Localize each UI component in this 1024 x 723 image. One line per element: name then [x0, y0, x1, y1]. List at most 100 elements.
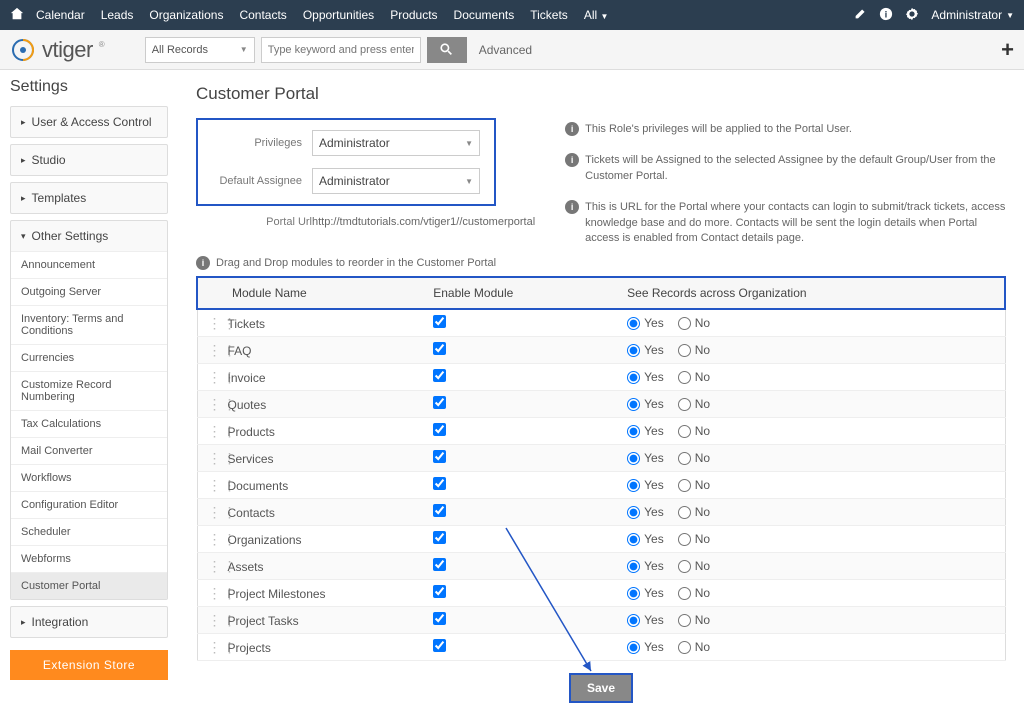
records-no-option[interactable]: No [678, 505, 710, 519]
records-no-option[interactable]: No [678, 343, 710, 357]
gear-icon[interactable] [905, 7, 919, 24]
sidebar-header-integration[interactable]: ▸Integration [11, 607, 167, 637]
sidebar-header-other[interactable]: ▾Other Settings [11, 221, 167, 251]
sidebar-item-announcement[interactable]: Announcement [11, 251, 167, 278]
drag-handle-icon[interactable]: ⋮⋮ [208, 532, 220, 546]
sidebar-item-workflows[interactable]: Workflows [11, 464, 167, 491]
records-no-option[interactable]: No [678, 397, 710, 411]
privileges-select[interactable]: Administrator ▼ [312, 130, 480, 156]
records-yes-radio[interactable] [627, 398, 640, 411]
info-icon[interactable]: i [879, 7, 893, 24]
admin-menu[interactable]: Administrator ▼ [931, 8, 1014, 22]
sidebar-item-webforms[interactable]: Webforms [11, 545, 167, 572]
records-no-option[interactable]: No [678, 586, 710, 600]
sidebar-header-templates[interactable]: ▸Templates [11, 183, 167, 213]
sidebar-item-tax[interactable]: Tax Calculations [11, 410, 167, 437]
records-yes-radio[interactable] [627, 641, 640, 654]
drag-handle-icon[interactable]: ⋮⋮ [208, 370, 220, 384]
enable-module-checkbox[interactable] [433, 558, 446, 571]
drag-handle-icon[interactable]: ⋮⋮ [208, 559, 220, 573]
drag-handle-icon[interactable]: ⋮⋮ [208, 316, 220, 330]
sidebar-item-config-editor[interactable]: Configuration Editor [11, 491, 167, 518]
nav-organizations[interactable]: Organizations [149, 8, 223, 22]
records-yes-option[interactable]: Yes [627, 424, 664, 438]
records-no-radio[interactable] [678, 587, 691, 600]
records-no-radio[interactable] [678, 641, 691, 654]
save-button[interactable]: Save [569, 673, 633, 703]
records-filter-select[interactable]: All Records ▼ [145, 37, 255, 63]
search-input[interactable] [261, 37, 421, 63]
drag-handle-icon[interactable]: ⋮⋮ [208, 613, 220, 627]
records-yes-radio[interactable] [627, 506, 640, 519]
drag-handle-icon[interactable]: ⋮⋮ [208, 640, 220, 654]
enable-module-checkbox[interactable] [433, 612, 446, 625]
add-button[interactable]: + [1001, 37, 1014, 63]
enable-module-checkbox[interactable] [433, 423, 446, 436]
sidebar-header-user-access[interactable]: ▸User & Access Control [11, 107, 167, 137]
nav-opportunities[interactable]: Opportunities [303, 8, 374, 22]
sidebar-header-studio[interactable]: ▸Studio [11, 145, 167, 175]
search-button[interactable] [427, 37, 467, 63]
records-no-option[interactable]: No [678, 532, 710, 546]
nav-calendar[interactable]: Calendar [36, 8, 85, 22]
records-yes-option[interactable]: Yes [627, 640, 664, 654]
records-no-option[interactable]: No [678, 478, 710, 492]
records-yes-option[interactable]: Yes [627, 478, 664, 492]
records-yes-option[interactable]: Yes [627, 451, 664, 465]
records-yes-radio[interactable] [627, 317, 640, 330]
records-yes-radio[interactable] [627, 425, 640, 438]
nav-documents[interactable]: Documents [454, 8, 515, 22]
drag-handle-icon[interactable]: ⋮⋮ [208, 397, 220, 411]
records-no-radio[interactable] [678, 533, 691, 546]
sidebar-item-outgoing-server[interactable]: Outgoing Server [11, 278, 167, 305]
sidebar-item-currencies[interactable]: Currencies [11, 344, 167, 371]
advanced-search-link[interactable]: Advanced [479, 43, 532, 57]
records-no-option[interactable]: No [678, 451, 710, 465]
nav-products[interactable]: Products [390, 8, 437, 22]
records-yes-option[interactable]: Yes [627, 343, 664, 357]
records-yes-option[interactable]: Yes [627, 532, 664, 546]
records-no-radio[interactable] [678, 479, 691, 492]
records-no-radio[interactable] [678, 452, 691, 465]
logo[interactable]: vtiger ® [10, 37, 105, 63]
drag-handle-icon[interactable]: ⋮⋮ [208, 424, 220, 438]
nav-tickets[interactable]: Tickets [530, 8, 568, 22]
records-yes-radio[interactable] [627, 587, 640, 600]
enable-module-checkbox[interactable] [433, 396, 446, 409]
pencil-icon[interactable] [854, 7, 867, 23]
records-yes-radio[interactable] [627, 371, 640, 384]
enable-module-checkbox[interactable] [433, 342, 446, 355]
records-no-option[interactable]: No [678, 316, 710, 330]
enable-module-checkbox[interactable] [433, 585, 446, 598]
sidebar-item-record-numbering[interactable]: Customize Record Numbering [11, 371, 167, 410]
sidebar-item-inventory[interactable]: Inventory: Terms and Conditions [11, 305, 167, 344]
drag-handle-icon[interactable]: ⋮⋮ [208, 343, 220, 357]
records-no-option[interactable]: No [678, 370, 710, 384]
home-icon[interactable] [10, 7, 24, 24]
drag-handle-icon[interactable]: ⋮⋮ [208, 505, 220, 519]
drag-handle-icon[interactable]: ⋮⋮ [208, 451, 220, 465]
records-no-radio[interactable] [678, 317, 691, 330]
records-no-option[interactable]: No [678, 424, 710, 438]
nav-leads[interactable]: Leads [101, 8, 134, 22]
records-yes-option[interactable]: Yes [627, 397, 664, 411]
enable-module-checkbox[interactable] [433, 369, 446, 382]
enable-module-checkbox[interactable] [433, 477, 446, 490]
records-yes-radio[interactable] [627, 452, 640, 465]
drag-handle-icon[interactable]: ⋮⋮ [208, 478, 220, 492]
nav-contacts[interactable]: Contacts [239, 8, 286, 22]
enable-module-checkbox[interactable] [433, 639, 446, 652]
records-yes-radio[interactable] [627, 560, 640, 573]
records-no-radio[interactable] [678, 398, 691, 411]
records-yes-option[interactable]: Yes [627, 370, 664, 384]
records-yes-option[interactable]: Yes [627, 613, 664, 627]
enable-module-checkbox[interactable] [433, 504, 446, 517]
records-no-radio[interactable] [678, 506, 691, 519]
records-yes-option[interactable]: Yes [627, 316, 664, 330]
records-no-radio[interactable] [678, 371, 691, 384]
sidebar-item-mail-converter[interactable]: Mail Converter [11, 437, 167, 464]
extension-store-button[interactable]: Extension Store [10, 650, 168, 680]
records-yes-radio[interactable] [627, 479, 640, 492]
sidebar-item-customer-portal[interactable]: Customer Portal [11, 572, 167, 599]
records-yes-option[interactable]: Yes [627, 559, 664, 573]
